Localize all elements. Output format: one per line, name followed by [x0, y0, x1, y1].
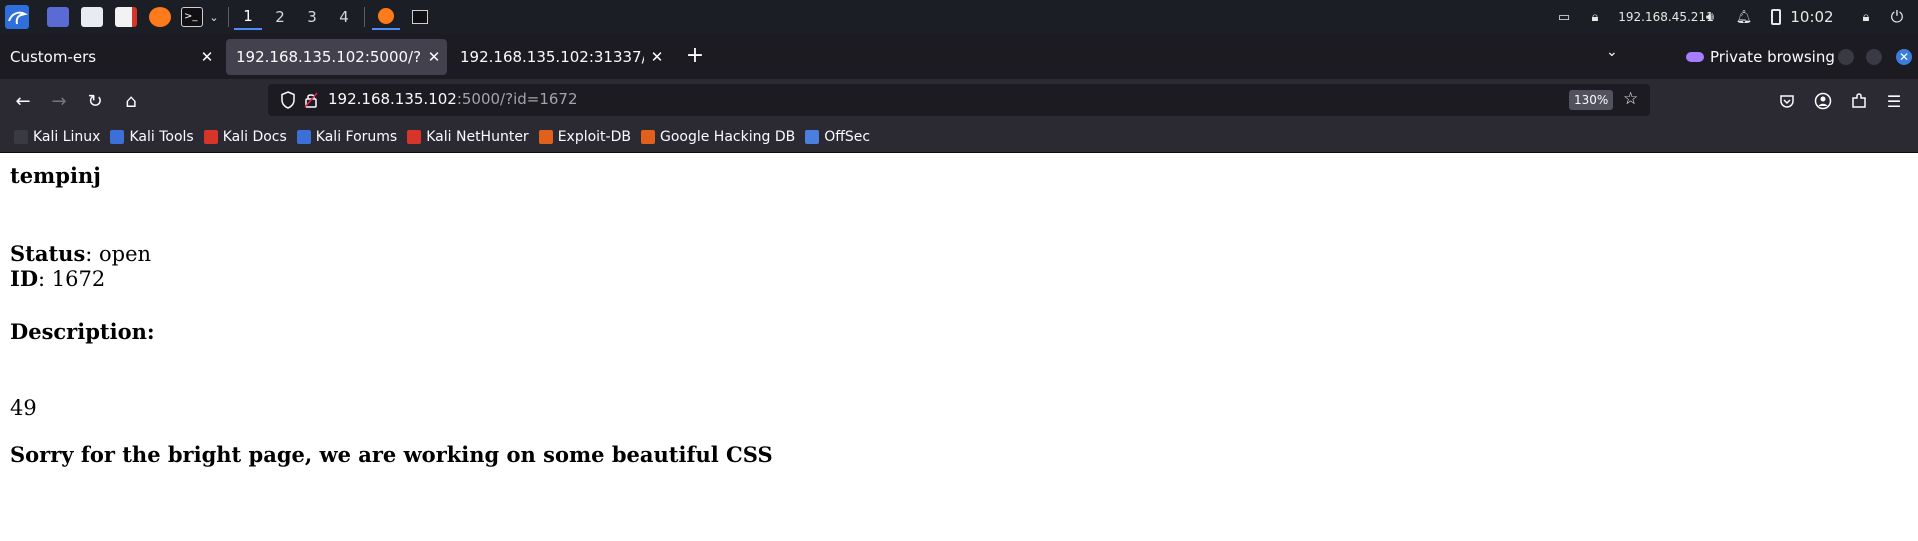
nethunter-icon [407, 129, 422, 144]
file-manager-icon[interactable] [80, 4, 104, 30]
bookmark-kali-tools[interactable]: Kali Tools [106, 124, 199, 150]
zoom-level-badge[interactable]: 130% [1569, 90, 1614, 110]
tab-current-page[interactable]: 192.168.135.102:5000/?id=1672 ✕ [226, 39, 447, 75]
maximize-button[interactable] [1866, 49, 1882, 65]
exploit-db-icon [538, 129, 553, 144]
bookmark-exploit-db[interactable]: Exploit-DB [535, 124, 637, 150]
clock[interactable]: 10:02 [1790, 4, 1834, 30]
show-desktop-icon[interactable] [46, 4, 70, 30]
lock-screen-icon[interactable]: 🔒︎ [1856, 4, 1876, 30]
tab-strip: Custom-ers ✕ 192.168.135.102:5000/?id=16… [0, 34, 1918, 79]
tracking-protection-shield-icon[interactable] [280, 91, 296, 109]
tab-title: 192.168.135.102:5000/?id=1672 [236, 48, 421, 66]
footer-note: Sorry for the bright page, we are workin… [10, 442, 773, 467]
kali-dragon-icon [14, 129, 28, 144]
close-icon[interactable]: ✕ [194, 48, 220, 66]
firefox-window-button[interactable] [372, 4, 400, 30]
page-title: tempinj [10, 163, 101, 188]
url-bar[interactable]: 192.168.135.102:5000/?id=1672 130% ☆ [268, 84, 1650, 116]
chevron-down-icon[interactable]: ⌄ [206, 4, 222, 30]
new-tab-button[interactable]: + [682, 44, 708, 70]
display-icon[interactable]: ▭ [1554, 4, 1574, 30]
bookmark-offsec[interactable]: OffSec [801, 124, 876, 150]
id-label: ID [10, 266, 39, 291]
terminal-window-button[interactable] [408, 4, 432, 30]
url-path: :5000/?id=1672 [456, 90, 578, 108]
id-line: ID: 1672 [10, 266, 105, 291]
status-label: Status [10, 241, 86, 266]
bookmark-kali-docs[interactable]: Kali Docs [200, 124, 293, 150]
bookmark-label: Kali Tools [129, 128, 194, 145]
bookmarks-toolbar: Kali Linux Kali Tools Kali Docs Kali For… [0, 121, 1918, 153]
private-browsing-indicator: Private browsing [1686, 44, 1835, 70]
private-browsing-label: Private browsing [1710, 48, 1835, 66]
tab-title: 192.168.135.102:31337/ [460, 48, 644, 66]
description-value: 49 [10, 396, 37, 420]
ghdb-icon [640, 129, 655, 144]
bookmark-label: OffSec [824, 128, 871, 145]
kali-tools-icon [110, 129, 125, 144]
insecure-lock-icon[interactable] [304, 92, 318, 108]
tab-custom-ers[interactable]: Custom-ers ✕ [0, 39, 220, 75]
kali-forums-icon [296, 129, 311, 144]
description-heading: Description: [10, 319, 155, 344]
tab-title: Custom-ers [10, 48, 97, 66]
private-mask-icon [1686, 52, 1704, 62]
bookmark-kali-linux[interactable]: Kali Linux [10, 124, 106, 150]
bookmark-kali-nethunter[interactable]: Kali NetHunter [403, 124, 534, 150]
minimize-button[interactable] [1838, 49, 1854, 65]
close-icon[interactable]: ✕ [644, 48, 670, 66]
bookmark-label: Kali Docs [222, 128, 287, 145]
workspace-3[interactable]: 3 [298, 4, 326, 30]
status-line: Status: open [10, 241, 151, 266]
bookmark-label: Kali Linux [33, 128, 101, 145]
terminal-icon[interactable]: >_ [180, 4, 204, 30]
close-icon[interactable]: ✕ [421, 48, 447, 66]
workspace-4[interactable]: 4 [330, 4, 358, 30]
navigation-toolbar: ← → ↻ ⌂ 192.168.135.102:5000/?id=1672 13… [0, 79, 1918, 121]
system-taskbar: >_ ⌄ 1 2 3 4 ▭ 🔒︎ 192.168.45.211 🔊︎ 🔔︎ 1… [0, 0, 1918, 34]
close-window-button[interactable]: ✕ [1896, 49, 1912, 65]
pocket-icon[interactable] [1773, 87, 1801, 115]
bookmark-label: Exploit-DB [557, 128, 631, 145]
home-icon[interactable]: ⌂ [117, 87, 145, 115]
vpn-lock-icon: 🔒︎ [1591, 9, 1599, 25]
forward-arrow-icon[interactable]: → [45, 87, 73, 115]
battery-icon [1768, 4, 1784, 30]
bookmark-label: Google Hacking DB [659, 128, 796, 145]
offsec-icon [805, 129, 820, 144]
bookmark-google-hacking-db[interactable]: Google Hacking DB [637, 124, 801, 150]
bookmark-kali-forums[interactable]: Kali Forums [293, 124, 403, 150]
workspace-2[interactable]: 2 [266, 4, 294, 30]
id-value: : 1672 [38, 267, 106, 291]
status-value: : open [85, 242, 152, 266]
tab-port-31337[interactable]: 192.168.135.102:31337/ ✕ [450, 39, 670, 75]
workspace-1[interactable]: 1 [234, 4, 262, 30]
panel-separator [364, 7, 365, 27]
kali-docs-icon [203, 129, 218, 144]
text-editor-icon[interactable] [114, 4, 138, 30]
notifications-bell-icon[interactable]: 🔔︎ [1734, 4, 1754, 30]
bookmark-label: Kali NetHunter [426, 128, 529, 145]
app-menu-hamburger-icon[interactable]: ☰ [1880, 87, 1908, 115]
back-arrow-icon[interactable]: ← [9, 87, 37, 115]
reload-icon[interactable]: ↻ [81, 87, 109, 115]
account-icon[interactable] [1809, 87, 1837, 115]
volume-icon[interactable]: 🔊︎ [1700, 4, 1720, 30]
web-page-content: tempinj Status: open ID: 1672 Descriptio… [0, 153, 1918, 541]
bookmark-star-icon[interactable]: ☆ [1623, 89, 1638, 109]
kali-menu-icon[interactable] [4, 4, 30, 30]
extensions-icon[interactable] [1845, 87, 1873, 115]
firefox-icon[interactable] [148, 4, 172, 30]
power-icon[interactable]: ⏻ [1886, 4, 1908, 30]
url-host: 192.168.135.102 [328, 90, 457, 108]
url-text[interactable]: 192.168.135.102:5000/?id=1672 [328, 90, 578, 108]
list-all-tabs-chevron-icon[interactable]: ⌄ [1606, 44, 1618, 60]
panel-separator [228, 7, 229, 27]
bookmark-label: Kali Forums [315, 128, 398, 145]
